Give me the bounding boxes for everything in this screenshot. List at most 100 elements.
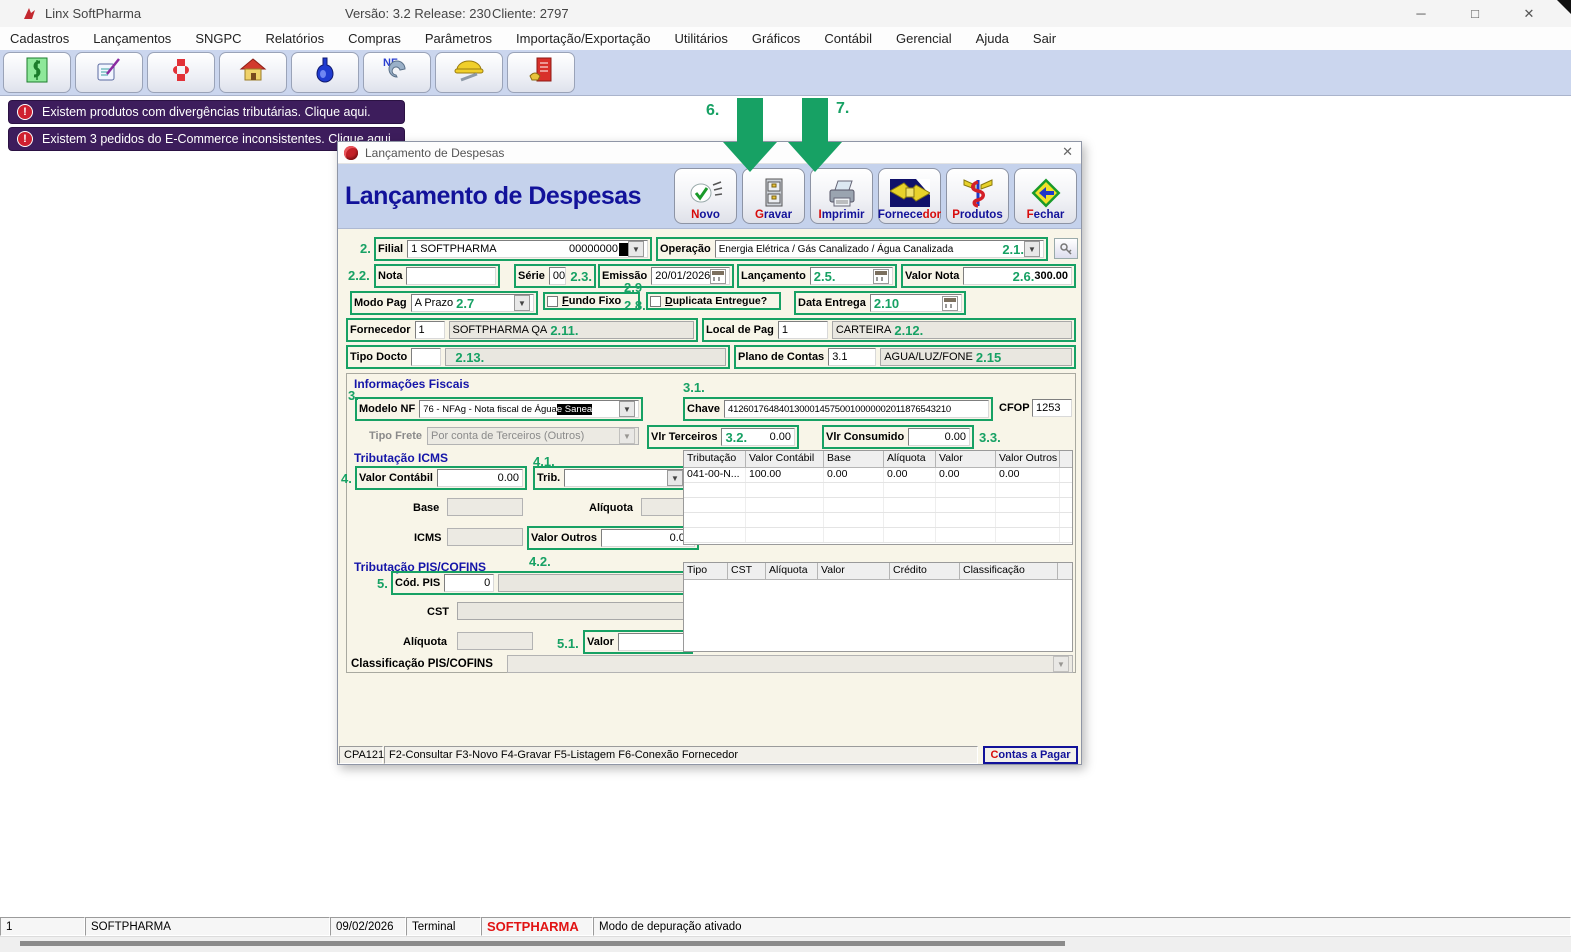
fornecedor-code-input[interactable]: 1: [415, 321, 445, 339]
chevron-down-icon[interactable]: ▼: [619, 401, 635, 417]
operacao-select[interactable]: Energia Elétrica / Gás Canalizado / Água…: [715, 240, 1044, 258]
valor-outros-field-group: Valor Outros 0.00: [527, 526, 699, 550]
chevron-down-icon[interactable]: ▼: [1024, 241, 1040, 257]
dialog-close-icon[interactable]: ✕: [1062, 144, 1073, 160]
chevron-down-icon[interactable]: ▼: [514, 295, 530, 311]
vlr-terceiros-input[interactable]: 3.2. 0.00: [721, 428, 795, 446]
tipo-docto-code-input[interactable]: [411, 348, 441, 366]
toolbar-orders-button[interactable]: [75, 52, 143, 93]
client-text: Cliente: 2797: [492, 6, 569, 21]
modelo-nf-value: 76 - NFAg - Nota fiscal de Água: [423, 404, 557, 415]
cod-pis-name-field: [498, 574, 687, 592]
dialog-titlebar[interactable]: Lançamento de Despesas ✕: [338, 142, 1081, 164]
fornecedor-button[interactable]: Fornecedor: [878, 168, 941, 224]
valor-nota-input[interactable]: 2.6. 300.00: [963, 267, 1072, 285]
icms-table[interactable]: Tributação Valor Contábil Base Alíquota …: [683, 450, 1073, 545]
menu-sair[interactable]: Sair: [1033, 31, 1056, 46]
annotation-2-15: 2.15: [976, 350, 1001, 365]
label-rest: mprimir: [822, 209, 865, 221]
bottom-strip: [0, 936, 1571, 952]
cod-pis-label: Cód. PIS: [395, 577, 440, 589]
close-button[interactable]: ✕: [1506, 0, 1552, 27]
filial-field-group: Filial 1 SOFTPHARMA 00000000 ▼: [374, 237, 652, 261]
hotkey-letter: C: [990, 749, 998, 761]
gravar-button[interactable]: Gravar: [742, 168, 805, 224]
valor-contabil-input[interactable]: 0.00: [437, 469, 523, 487]
checkbox-icon[interactable]: [547, 296, 558, 307]
keys-button[interactable]: [1054, 238, 1078, 259]
classificacao-label: Classificação PIS/COFINS: [351, 658, 493, 670]
filial-select[interactable]: 1 SOFTPHARMA 00000000 ▼: [407, 240, 648, 258]
toolbar-tools-button[interactable]: [435, 52, 503, 93]
alert-tax-divergence[interactable]: ! Existem produtos com divergências trib…: [8, 100, 405, 124]
contas-a-pagar-button[interactable]: Contas a Pagar: [983, 746, 1078, 764]
minimize-button[interactable]: ─: [1398, 0, 1444, 27]
lancamento-input[interactable]: 2.5.: [810, 267, 893, 285]
plano-contas-code-input[interactable]: 3.1: [828, 348, 876, 366]
novo-button[interactable]: Novo: [674, 168, 737, 224]
chave-input[interactable]: 4126017648401300014575001000000201187654…: [724, 400, 989, 418]
imprimir-button[interactable]: Imprimir: [810, 168, 873, 224]
tipo-frete-value: Por conta de Terceiros (Outros): [431, 430, 584, 442]
modelo-nf-selected-text: e Sanea: [557, 404, 592, 415]
checkbox-icon[interactable]: [650, 296, 661, 307]
toolbar-sales-button[interactable]: [3, 52, 71, 93]
modelo-nf-select[interactable]: 76 - NFAg - Nota fiscal de Água e Sanea …: [419, 400, 639, 418]
menu-parametros[interactable]: Parâmetros: [425, 31, 492, 46]
cell: 100.00: [746, 468, 824, 482]
menu-lancamentos[interactable]: Lançamentos: [93, 31, 171, 46]
modo-pag-value: A Prazo: [415, 297, 454, 309]
menu-gerencial[interactable]: Gerencial: [896, 31, 952, 46]
toolbar-contacts-button[interactable]: [507, 52, 575, 93]
annotation-3-1: 3.1.: [683, 380, 705, 395]
calendar-icon[interactable]: [710, 269, 726, 284]
local-pag-code-input[interactable]: 1: [778, 321, 828, 339]
menu-ajuda[interactable]: Ajuda: [976, 31, 1009, 46]
app-logo-icon: [22, 6, 37, 21]
tipo-docto-field-group: Tipo Docto 2.13.: [346, 345, 730, 369]
menu-graficos[interactable]: Gráficos: [752, 31, 800, 46]
icms-table-row[interactable]: 041-00-N... 100.00 0.00 0.00 0.00 0.00: [684, 468, 1072, 483]
pis-table[interactable]: Tipo CST Alíquota Valor Crédito Classifi…: [683, 562, 1073, 652]
nota-input[interactable]: [406, 267, 496, 285]
toolbar-nfe-button[interactable]: NF: [363, 52, 431, 93]
vlr-consumido-input[interactable]: 0.00: [908, 428, 970, 446]
valor-outros-input[interactable]: 0.00: [601, 529, 695, 547]
chevron-down-icon[interactable]: ▼: [628, 241, 644, 257]
label-rest: echar: [1034, 209, 1065, 221]
cod-pis-input[interactable]: 0: [444, 574, 494, 592]
toolbar-lab-button[interactable]: [291, 52, 359, 93]
fornecedor-field-group: Fornecedor 1 SOFTPHARMA QA 2.11.: [346, 318, 698, 342]
data-entrega-input[interactable]: 2.10: [870, 294, 962, 312]
produtos-button[interactable]: Produtos: [946, 168, 1009, 224]
calendar-icon[interactable]: [942, 296, 958, 311]
toolbar-pharmacy-button[interactable]: [147, 52, 215, 93]
emissao-input[interactable]: 20/01/2026: [651, 267, 730, 285]
menu-compras[interactable]: Compras: [348, 31, 401, 46]
pis-valor-input[interactable]: [618, 633, 689, 651]
status-seg-number: 1: [0, 917, 85, 936]
tipo-frete-label: Tipo Frete: [369, 430, 422, 442]
cfop-input[interactable]: 1253: [1032, 399, 1072, 417]
menu-sngpc[interactable]: SNGPC: [195, 31, 241, 46]
lancamento-label: Lançamento: [741, 270, 806, 282]
valor-contabil-label: Valor Contábil: [359, 472, 433, 484]
fechar-button[interactable]: Fechar: [1014, 168, 1077, 224]
valor-contabil-field-group: Valor Contábil 0.00: [355, 466, 527, 490]
trib-select[interactable]: ▼: [564, 469, 687, 487]
menu-importacao[interactable]: Importação/Exportação: [516, 31, 650, 46]
toolbar-home-button[interactable]: [219, 52, 287, 93]
menu-cadastros[interactable]: Cadastros: [10, 31, 69, 46]
menu-relatorios[interactable]: Relatórios: [266, 31, 325, 46]
modo-pag-select[interactable]: A Prazo 2.7 ▼: [411, 294, 534, 312]
operacao-field-group: Operação Energia Elétrica / Gás Canaliza…: [656, 237, 1048, 261]
menu-contabil[interactable]: Contábil: [824, 31, 872, 46]
calendar-icon[interactable]: [873, 269, 889, 284]
fundo-fixo-label: Fundo Fixo: [562, 295, 621, 307]
menu-utilitarios[interactable]: Utilitários: [674, 31, 727, 46]
duplicata-checkbox-group[interactable]: Duplicata Entregue?: [646, 292, 781, 310]
handshake-icon: [890, 176, 930, 210]
maximize-button[interactable]: □: [1452, 0, 1498, 27]
serie-input[interactable]: 001: [549, 267, 566, 285]
chevron-down-icon[interactable]: ▼: [667, 470, 683, 486]
